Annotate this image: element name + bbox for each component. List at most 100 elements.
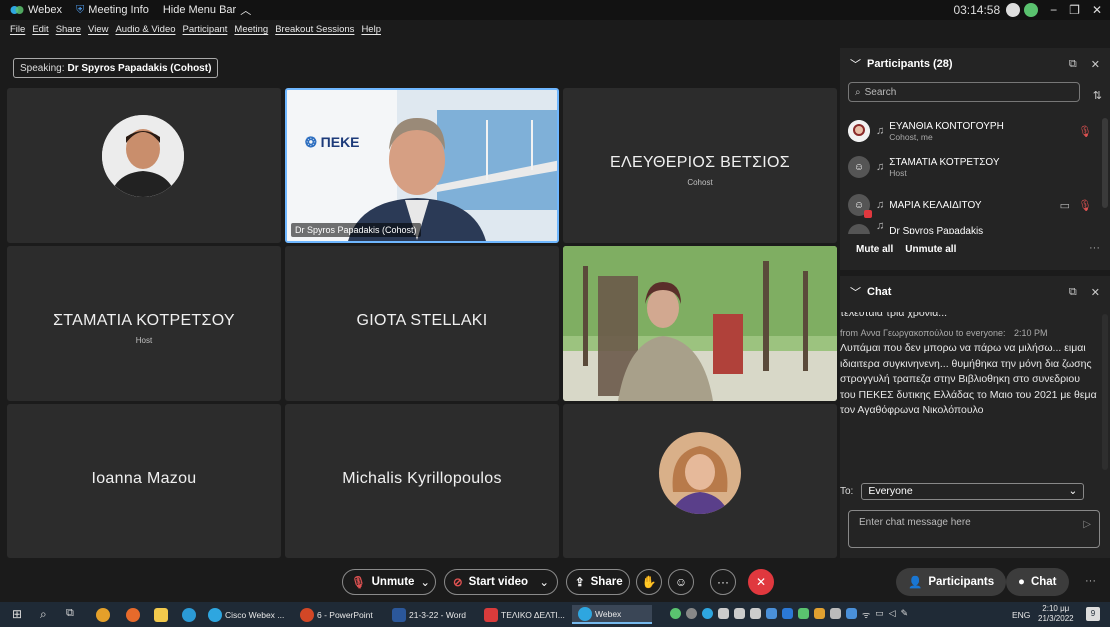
close-icon[interactable]: ✕: [1092, 3, 1102, 17]
connection-icon[interactable]: [1024, 3, 1039, 17]
participant-row[interactable]: ♫ ΕΥΑΝΘΙΑ ΚΟΝΤΟΓΟΥΡΗ Cohost, me 🎙︎: [848, 116, 1098, 146]
help-icon[interactable]: [1006, 3, 1021, 17]
share-button[interactable]: ⇪ Share: [566, 569, 630, 595]
tray-icon[interactable]: [830, 608, 841, 619]
search-icon[interactable]: ⌕: [40, 607, 47, 622]
collapse-icon[interactable]: ﹀: [850, 284, 861, 300]
windows-start-icon[interactable]: ⊞: [12, 607, 22, 621]
clock[interactable]: 2:10 μμ 21/3/2022: [1038, 604, 1074, 624]
chevron-down-icon[interactable]: ⌄: [420, 575, 430, 589]
hide-menu-bar-button[interactable]: Hide Menu Bar ︿: [163, 2, 251, 18]
raise-hand-button[interactable]: ✋: [636, 569, 662, 595]
webex-logo-button[interactable]: Webex: [10, 4, 62, 16]
volume-icon[interactable]: ◁: [889, 608, 896, 621]
chat-header: ﹀ Chat ⧉ ✕: [840, 276, 1110, 308]
tray-icon[interactable]: [814, 608, 825, 619]
notifications-icon[interactable]: 9: [1086, 607, 1100, 621]
taskbar-item-powerpoint[interactable]: 6 - PowerPoint: [300, 605, 373, 624]
battery-icon[interactable]: ▭: [875, 608, 884, 621]
sort-icon[interactable]: ⇅: [1093, 89, 1102, 102]
participant-row[interactable]: ☺ ♫ ΜΑΡΙΑ ΚΕΛΑΙΔΙΤΟΥ ▭ 🎙︎: [848, 190, 1098, 220]
unmute-button[interactable]: 🎙︎ Unmute ⌄: [342, 569, 436, 595]
send-icon[interactable]: ▷: [1083, 519, 1091, 530]
participants-toggle-button[interactable]: 👤 Participants: [896, 568, 1007, 596]
start-video-button[interactable]: ⊘ Start video ⌄: [444, 569, 558, 595]
chrome-icon[interactable]: [96, 608, 110, 622]
mute-all-button[interactable]: Mute all: [856, 244, 893, 255]
tray-icon[interactable]: [670, 608, 681, 619]
menu-participant[interactable]: Participant: [183, 24, 228, 35]
reactions-button[interactable]: ☺: [668, 569, 694, 595]
taskbar-item-webex-active[interactable]: Webex: [572, 605, 652, 624]
close-panel-icon[interactable]: ✕: [1091, 58, 1100, 71]
pen-icon[interactable]: ✎: [901, 608, 909, 621]
menu-help[interactable]: Help: [361, 24, 381, 35]
close-panel-icon[interactable]: ✕: [1091, 286, 1100, 299]
meeting-info-button[interactable]: ⛨ Meeting Info: [76, 4, 149, 17]
participants-scrollbar[interactable]: [1102, 118, 1108, 208]
recipient-select[interactable]: Everyone ⌄: [861, 482, 1085, 500]
collapse-icon[interactable]: ﹀: [850, 56, 861, 72]
leave-meeting-button[interactable]: ✕: [748, 569, 774, 595]
maximize-icon[interactable]: ❐: [1069, 3, 1080, 17]
chat-scrollbar[interactable]: [1102, 314, 1108, 470]
tray-icon[interactable]: [766, 608, 777, 619]
tray-icon[interactable]: [702, 608, 713, 619]
wifi-icon[interactable]: ᯤ: [862, 608, 870, 621]
tray-icon[interactable]: [798, 608, 809, 619]
taskbar-label: 6 - PowerPoint: [317, 609, 373, 620]
tray-icon[interactable]: [846, 608, 857, 619]
more-options-icon[interactable]: ···: [1085, 575, 1096, 587]
menu-meeting[interactable]: Meeting: [234, 24, 268, 35]
tray-icon[interactable]: [750, 608, 761, 619]
speaking-label: Speaking:: [20, 62, 65, 74]
taskbar-item-pdf[interactable]: ΤΕΛΙΚΟ ΔΕΛΤΙ...: [484, 605, 565, 624]
menu-edit[interactable]: Edit: [32, 24, 48, 35]
popout-icon[interactable]: ⧉: [1069, 58, 1077, 71]
tray-icon[interactable]: [686, 608, 697, 619]
chat-message-input[interactable]: Enter chat message here ▷: [848, 510, 1100, 548]
firefox-icon[interactable]: [126, 608, 140, 622]
video-tile[interactable]: Michalis Kyrillopoulos: [285, 404, 559, 558]
participant-row[interactable]: ☺ ♫ ΣΤΑΜΑΤΙΑ ΚΟΤΡΕΤΣΟΥ Host: [848, 152, 1098, 182]
video-tile[interactable]: [7, 88, 281, 243]
tray-icon[interactable]: [718, 608, 729, 619]
popout-icon[interactable]: ⧉: [1069, 286, 1077, 299]
muted-mic-icon[interactable]: 🎙︎: [1078, 199, 1092, 212]
tray-icon[interactable]: [782, 608, 793, 619]
minimize-icon[interactable]: −: [1050, 3, 1057, 17]
edge-icon[interactable]: [182, 608, 196, 622]
chat-sender: from Αννα Γεωργακοπούλου to everyone:: [840, 327, 1006, 338]
menu-share[interactable]: Share: [56, 24, 81, 35]
menu-audio-video[interactable]: Audio & Video: [115, 24, 175, 35]
menu-breakout-sessions[interactable]: Breakout Sessions: [275, 24, 354, 35]
task-view-icon[interactable]: ⧉: [66, 607, 74, 620]
chevron-down-icon[interactable]: ⌄: [539, 575, 549, 589]
more-button[interactable]: ···: [710, 569, 736, 595]
file-explorer-icon[interactable]: [154, 608, 168, 622]
video-tile[interactable]: ΣΤΑΜΑΤΙΑ ΚΟΤΡΕΤΣΟΥ Host: [7, 246, 281, 401]
menu-file[interactable]: File: [10, 24, 25, 35]
video-tile[interactable]: ΕΛΕΥΘΕΡΙΟΣ ΒΕΤΣΙΟΣ Cohost: [563, 88, 837, 243]
taskbar-label: Cisco Webex ...: [225, 609, 285, 620]
notification-count: 9: [1090, 609, 1096, 618]
taskbar-item-webex[interactable]: Cisco Webex ...: [208, 605, 284, 624]
menu-view[interactable]: View: [88, 24, 108, 35]
participant-info: ΣΤΑΜΑΤΙΑ ΚΟΤΡΕΤΣΟΥ Host: [889, 157, 999, 178]
tray-icon[interactable]: [734, 608, 745, 619]
video-tile[interactable]: [563, 404, 837, 558]
more-options-icon[interactable]: ···: [1089, 242, 1100, 254]
unmute-all-button[interactable]: Unmute all: [905, 244, 956, 255]
camera-icon[interactable]: ▭: [1060, 199, 1070, 212]
video-tile[interactable]: [563, 246, 837, 401]
language-indicator[interactable]: ENG: [1012, 610, 1030, 620]
participant-row[interactable]: ♫ Dr Spyros Papadakis: [848, 220, 1098, 234]
muted-mic-icon[interactable]: 🎙︎: [1078, 125, 1092, 138]
chat-toggle-button[interactable]: ● Chat: [1006, 568, 1069, 596]
active-speaker-tile[interactable]: ❂ ΠΕΚΕ Dr Spyros Papadakis (Cohost): [285, 88, 559, 243]
video-tile[interactable]: GIOTA STELLAKI: [285, 246, 559, 401]
taskbar-item-word[interactable]: 21-3-22 - Word: [392, 605, 466, 624]
headset-icon: ♫: [876, 220, 885, 232]
video-tile[interactable]: Ioanna Mazou: [7, 404, 281, 558]
participant-search-input[interactable]: ⌕ Search: [848, 82, 1080, 102]
